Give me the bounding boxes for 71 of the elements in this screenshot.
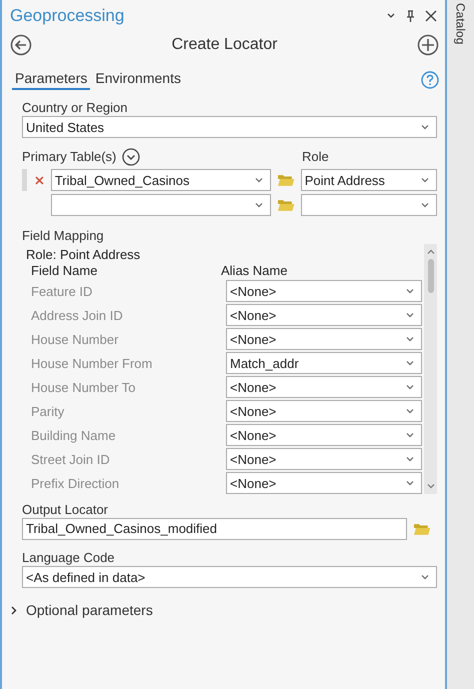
pin-icon[interactable] xyxy=(406,10,415,22)
role-dropdown[interactable]: Point Address xyxy=(300,169,437,191)
folder-icon[interactable] xyxy=(276,198,295,212)
column-header: Alias Name xyxy=(221,263,288,278)
caret-icon xyxy=(406,360,414,366)
caret-icon xyxy=(421,574,429,580)
scrollbar-thumb[interactable] xyxy=(428,259,434,293)
country-dropdown[interactable]: United States xyxy=(22,116,437,138)
tab[interactable]: Environments xyxy=(92,70,184,90)
tool-title: Create Locator xyxy=(172,36,278,54)
alias-dropdown[interactable]: <None> xyxy=(226,376,422,398)
role-caption: Role: Point Address xyxy=(26,247,142,262)
alias-dropdown[interactable]: <None> xyxy=(226,280,422,302)
caret-icon xyxy=(406,432,414,438)
table-dropdown[interactable] xyxy=(50,194,271,216)
field-label: Language Code xyxy=(22,550,116,565)
alias-dropdown[interactable]: <None> xyxy=(226,328,422,350)
caret-icon xyxy=(421,177,429,183)
field-label: Output Locator xyxy=(22,502,109,517)
column-header: Field Name xyxy=(31,263,98,278)
add-icon[interactable] xyxy=(417,34,439,56)
row-grip[interactable] xyxy=(22,169,27,191)
remove-icon[interactable] xyxy=(34,176,44,184)
caret-icon xyxy=(406,480,414,486)
caret-icon xyxy=(254,177,263,183)
field-name: Feature ID xyxy=(30,284,94,298)
scrollbar[interactable] xyxy=(424,244,437,494)
catalog-tab[interactable]: Catalog xyxy=(454,3,468,44)
alias-dropdown[interactable]: <None> xyxy=(226,304,422,326)
optional-parameters-toggle[interactable]: Optional parameters xyxy=(2,588,153,618)
scroll-up-icon[interactable] xyxy=(426,249,434,255)
field-label: Country or Region xyxy=(22,100,128,115)
caret-icon xyxy=(406,384,414,390)
alias-dropdown[interactable]: <None> xyxy=(226,424,422,446)
alias-dropdown[interactable]: <None> xyxy=(226,472,422,494)
folder-icon[interactable] xyxy=(413,522,431,536)
caret-icon xyxy=(406,336,414,342)
chevron-down-icon[interactable] xyxy=(386,12,396,20)
field-name: Street Join ID xyxy=(30,452,111,466)
language-dropdown[interactable]: <As defined in data> xyxy=(22,566,437,588)
field-label: Field Mapping xyxy=(22,228,105,243)
caret-icon xyxy=(406,408,414,414)
field-name: Address Join ID xyxy=(30,308,124,322)
caret-icon xyxy=(421,124,429,130)
caret-icon xyxy=(406,456,414,462)
scroll-down-icon[interactable] xyxy=(426,483,434,489)
caret-icon xyxy=(254,202,263,208)
field-name: Parity xyxy=(30,404,66,418)
pane-title: Geoprocessing xyxy=(10,6,124,26)
alias-dropdown[interactable]: <None> xyxy=(226,448,422,470)
field-name: Building Name xyxy=(30,428,117,442)
field-name: House Number xyxy=(30,332,120,346)
field-label: Primary Table(s) xyxy=(22,149,116,164)
back-icon[interactable] xyxy=(10,34,32,56)
field-name: House Number From xyxy=(30,356,154,370)
role-dropdown[interactable] xyxy=(300,194,437,216)
output-locator-field[interactable]: Tribal_Owned_Casinos_modified xyxy=(22,518,408,540)
chevron-circle-icon[interactable] xyxy=(122,148,140,166)
folder-icon[interactable] xyxy=(276,173,295,187)
caret-icon xyxy=(421,202,429,208)
alias-dropdown[interactable]: <None> xyxy=(226,400,422,422)
caret-icon xyxy=(406,288,414,294)
caret-icon xyxy=(406,312,414,318)
field-name: Prefix Direction xyxy=(30,476,120,490)
tab[interactable]: Parameters xyxy=(12,70,90,90)
close-icon[interactable] xyxy=(425,10,437,22)
field-name: House Number To xyxy=(30,380,137,394)
table-dropdown[interactable]: Tribal_Owned_Casinos xyxy=(50,169,271,191)
alias-dropdown[interactable]: Match_addr xyxy=(226,352,422,374)
help-icon[interactable] xyxy=(421,71,439,89)
field-label: Role xyxy=(302,149,329,164)
